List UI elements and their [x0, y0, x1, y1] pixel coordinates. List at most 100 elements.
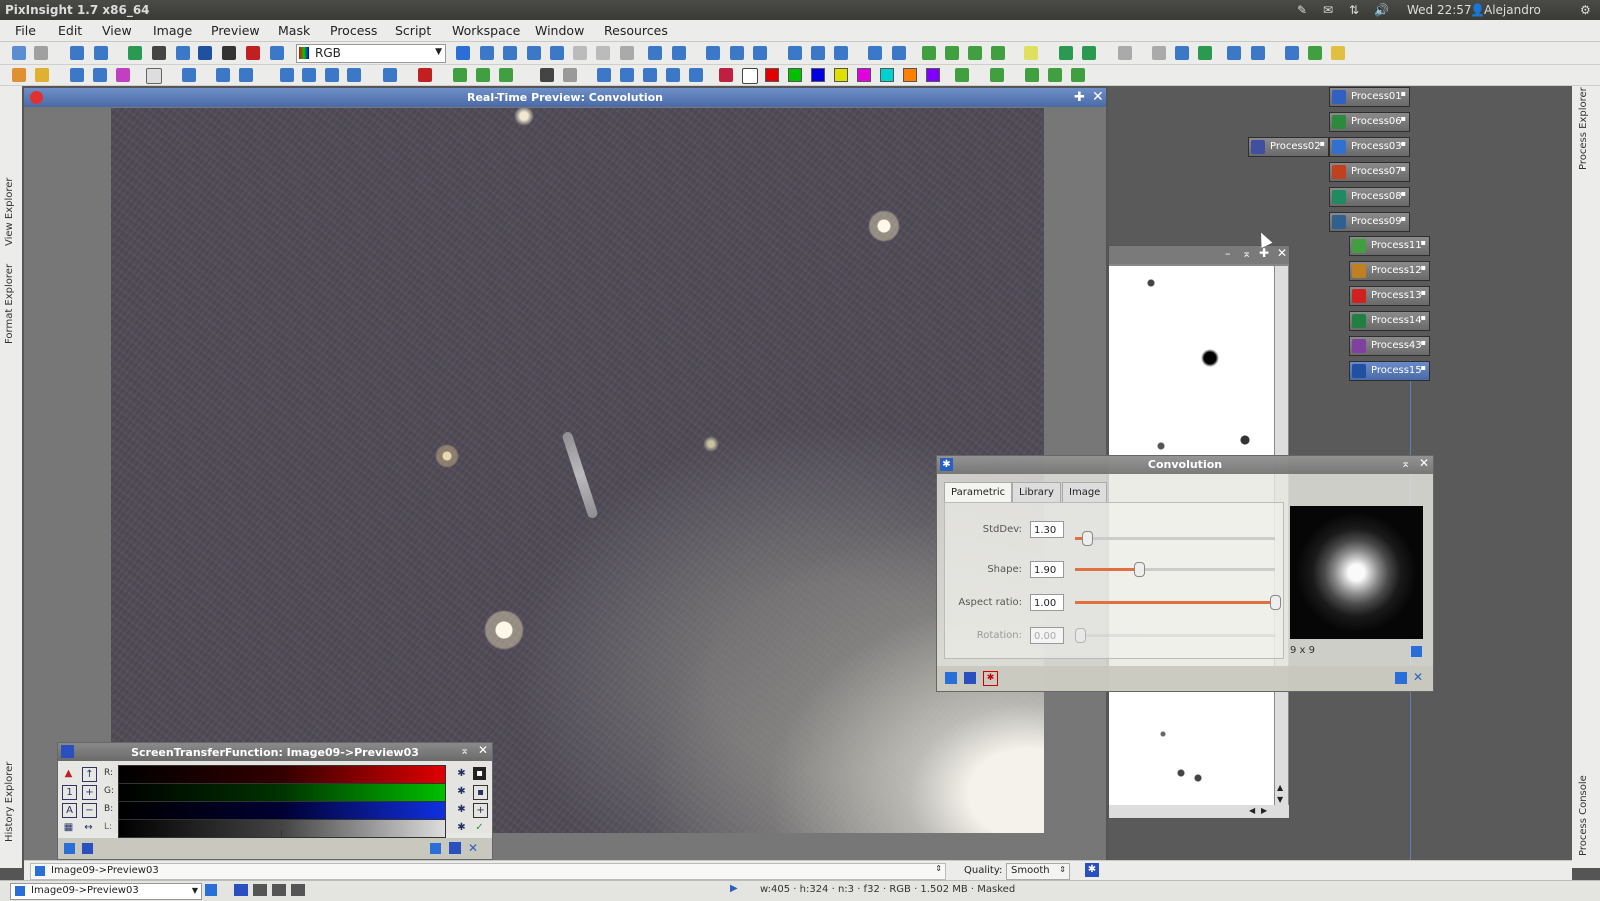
- stf-g-bar[interactable]: [118, 783, 446, 802]
- window-2-icon[interactable]: [1048, 68, 1062, 82]
- zoom-2-1-icon[interactable]: [753, 46, 767, 60]
- view-selector[interactable]: Image09->Preview03 ▼: [10, 883, 202, 900]
- realtime-toggle-icon[interactable]: ✱: [1085, 863, 1099, 877]
- gear-icon[interactable]: ⚙: [1580, 3, 1591, 17]
- gray-icon[interactable]: [563, 68, 577, 82]
- history-explorer-tab[interactable]: History Explorer: [4, 762, 15, 842]
- zoom-1-1-icon[interactable]: [706, 46, 720, 60]
- redo-icon[interactable]: [34, 46, 48, 60]
- menu-view[interactable]: View: [102, 23, 132, 38]
- stf-l-bar[interactable]: [118, 819, 446, 838]
- close-icon[interactable]: ✕: [1092, 89, 1104, 105]
- tab-library[interactable]: Library: [1012, 482, 1061, 503]
- duplicate-icon[interactable]: [94, 46, 108, 60]
- histogram-icon[interactable]: [418, 68, 432, 82]
- new-image-icon[interactable]: [70, 46, 84, 60]
- black-icon[interactable]: [540, 68, 554, 82]
- swatch-green[interactable]: [788, 68, 802, 82]
- mail-icon[interactable]: ✉: [1323, 3, 1333, 17]
- process-icon-4[interactable]: Process03 ▪: [1329, 137, 1410, 157]
- stf-link-icon[interactable]: 1: [62, 785, 77, 800]
- maximize-icon[interactable]: ✚: [1259, 246, 1269, 260]
- resample-icon[interactable]: [239, 68, 253, 82]
- stddev-field[interactable]: 1.30: [1030, 521, 1064, 538]
- channel-select[interactable]: RGB ▼: [296, 44, 446, 63]
- workspace-4-icon[interactable]: [991, 46, 1005, 60]
- preview-titlebar[interactable]: Real-Time Preview: Convolution ✚ ✕: [24, 88, 1106, 107]
- green-3-icon[interactable]: [499, 68, 513, 82]
- shade-icon[interactable]: ✚: [1074, 90, 1085, 105]
- stf-b-auto-icon[interactable]: ✱: [455, 803, 468, 816]
- export-icon[interactable]: [1082, 46, 1096, 60]
- stf-reset-icon[interactable]: ✕: [468, 841, 478, 855]
- stf-b-bar[interactable]: [118, 801, 446, 820]
- shade-icon[interactable]: ⌅: [1401, 457, 1410, 470]
- view-1-icon[interactable]: [70, 68, 84, 82]
- close-icon[interactable]: ✕: [1419, 456, 1429, 470]
- mirror-v-icon[interactable]: [689, 68, 703, 82]
- layout-1-icon[interactable]: [234, 884, 248, 896]
- process-icon-7[interactable]: Process09 ▪: [1329, 212, 1410, 232]
- shape-slider[interactable]: [1075, 562, 1275, 577]
- scroll-down-icon[interactable]: ▼: [1277, 795, 1283, 804]
- menu-window[interactable]: Window: [535, 23, 584, 38]
- menu-file[interactable]: File: [15, 23, 36, 38]
- display-icon[interactable]: [176, 46, 190, 60]
- stf-preferences-icon[interactable]: [449, 842, 461, 854]
- swatch-yellow[interactable]: [834, 68, 848, 82]
- process-icon-3[interactable]: Process02 ▪: [1248, 137, 1329, 157]
- cascade-icon[interactable]: [811, 46, 825, 60]
- import-icon[interactable]: [1059, 46, 1073, 60]
- layout-2-icon[interactable]: [253, 884, 267, 896]
- zoom-out-icon[interactable]: [672, 46, 686, 60]
- view-name-field[interactable]: Image09->Preview03 ⇕: [30, 863, 946, 880]
- swatch-cyan[interactable]: [880, 68, 894, 82]
- stf-g-reset-icon[interactable]: ▪: [473, 785, 488, 800]
- folder-icon[interactable]: [35, 68, 49, 82]
- mask-show-icon[interactable]: [719, 68, 733, 82]
- save-icon[interactable]: [1198, 46, 1212, 60]
- shape-slider-handle[interactable]: [1134, 562, 1145, 577]
- mask-horizontal-scrollbar[interactable]: ◀ ▶: [1109, 805, 1289, 818]
- zoom-in-icon[interactable]: [648, 46, 662, 60]
- scroll-right-icon[interactable]: ▶: [1261, 806, 1267, 815]
- menu-process[interactable]: Process: [330, 23, 377, 38]
- open-icon[interactable]: [12, 68, 26, 82]
- process-icon-13[interactable]: Process15 ▪: [1349, 361, 1430, 381]
- mask-enable-icon[interactable]: [955, 68, 969, 82]
- fit-view-icon[interactable]: [550, 46, 564, 60]
- stddev-slider[interactable]: [1075, 531, 1275, 546]
- green-2-icon[interactable]: [476, 68, 490, 82]
- link-icon[interactable]: [270, 46, 284, 60]
- stf-new-instance-icon[interactable]: [64, 843, 75, 854]
- stf-minus-icon[interactable]: −: [82, 803, 97, 818]
- swatch-magenta[interactable]: [857, 68, 871, 82]
- pan-icon[interactable]: [480, 46, 494, 60]
- iconize-icon[interactable]: [868, 46, 882, 60]
- check-icon[interactable]: ✓: [473, 821, 486, 834]
- rotate-icon[interactable]: [280, 68, 294, 82]
- documentation-icon[interactable]: [1395, 672, 1407, 684]
- stf-g-auto-icon[interactable]: ✱: [455, 785, 468, 798]
- lock-icon[interactable]: [1118, 46, 1132, 60]
- swatch-blue[interactable]: [811, 68, 825, 82]
- align-icon[interactable]: [1227, 46, 1241, 60]
- layout-3-icon[interactable]: [272, 884, 286, 896]
- stf-apply-icon[interactable]: [82, 843, 93, 854]
- deiconize-icon[interactable]: [892, 46, 906, 60]
- aspect-ratio-slider[interactable]: [1075, 595, 1281, 610]
- apply-icon[interactable]: [964, 672, 976, 684]
- cursor-icon[interactable]: [620, 46, 634, 60]
- shade-icon[interactable]: ⌅: [1242, 247, 1251, 260]
- stf-range-icon[interactable]: ↔: [82, 821, 95, 834]
- stf-grid-icon[interactable]: ▦: [62, 821, 75, 834]
- distribute-icon[interactable]: [1251, 46, 1265, 60]
- format-explorer-tab[interactable]: Format Explorer: [4, 264, 15, 344]
- tile-icon[interactable]: [834, 46, 848, 60]
- stf-up-icon[interactable]: ↑: [82, 767, 97, 782]
- workspace-3-icon[interactable]: [968, 46, 982, 60]
- window-1-icon[interactable]: [1025, 68, 1039, 82]
- stf-titlebar[interactable]: ScreenTransferFunction: Image09->Preview…: [58, 743, 492, 761]
- new-preview-icon[interactable]: [573, 46, 587, 60]
- swatch-violet[interactable]: [926, 68, 940, 82]
